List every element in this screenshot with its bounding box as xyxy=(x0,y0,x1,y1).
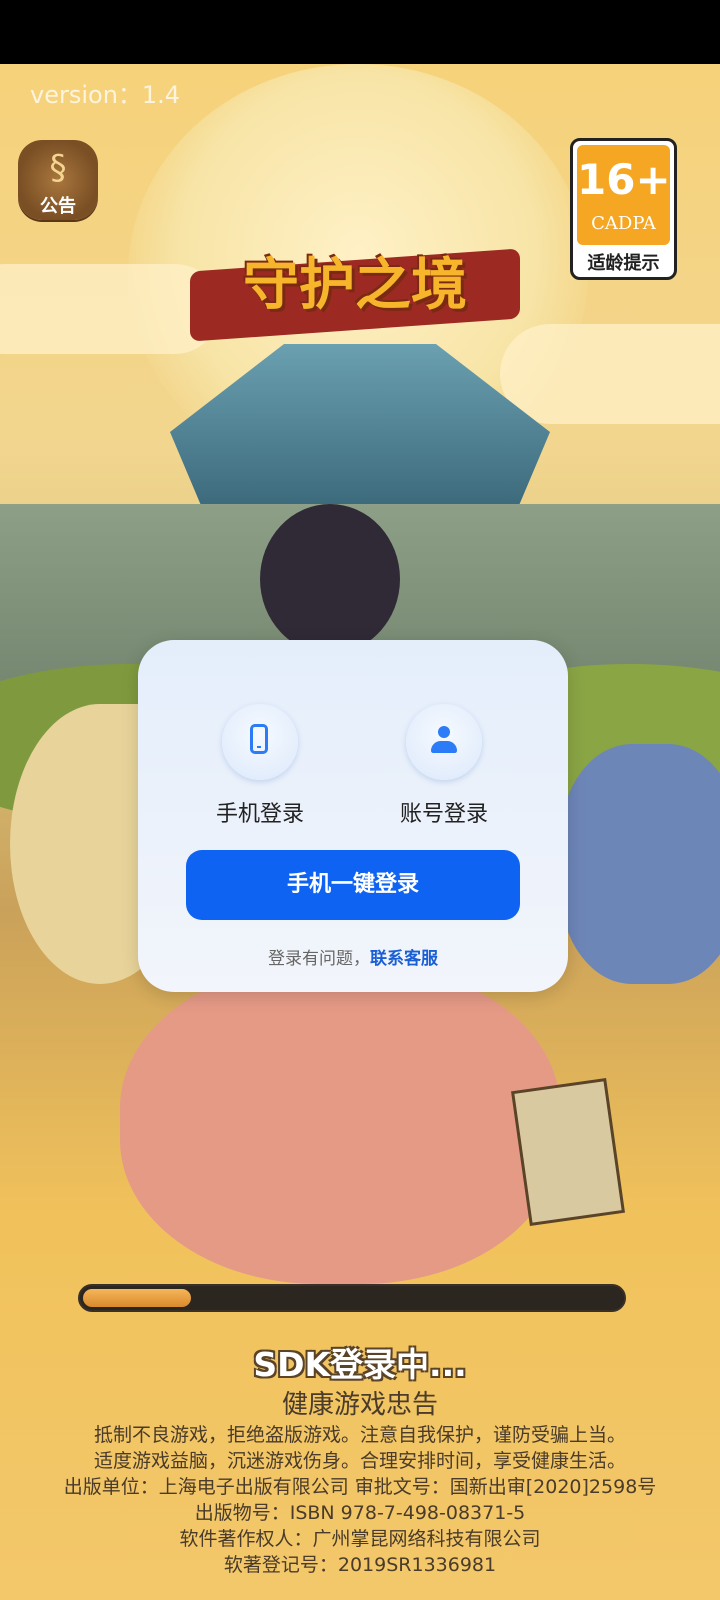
version-label: version：1.4 xyxy=(30,81,181,109)
health-advice-line: 适度游戏益脑，沉迷游戏伤身。合理安排时间，享受健康生活。 xyxy=(93,1450,626,1472)
phone-icon xyxy=(250,724,268,754)
price-sign xyxy=(511,1077,625,1227)
phone-login-circle[interactable] xyxy=(222,704,298,780)
age-rating-value: 16+ xyxy=(577,155,671,204)
software-registration: 软著登记号：2019SR1336981 xyxy=(223,1554,497,1576)
phone-login-label: 手机登录 xyxy=(215,802,304,827)
game-logo-text: 守护之境 xyxy=(243,253,467,318)
cloud xyxy=(500,324,720,424)
user-icon xyxy=(431,726,457,756)
loading-progress-bar xyxy=(78,1284,626,1312)
login-dialog: 手机登录 账号登录 手机一键登录 登录有问题，联系客服 xyxy=(138,640,568,992)
publisher-info: 出版单位：上海电子出版有限公司 审批文号：国新出审[2020]2598号 xyxy=(63,1476,657,1498)
age-rating-badge[interactable]: 16+ CADPA 适龄提示 xyxy=(570,138,677,280)
loading-progress-fill xyxy=(83,1289,191,1307)
contact-support-link[interactable]: 联系客服 xyxy=(370,949,438,969)
strategist-character xyxy=(560,744,720,984)
one-click-login-button[interactable]: 手机一键登录 xyxy=(186,850,520,920)
account-login-option[interactable]: 账号登录 xyxy=(369,704,519,828)
login-help: 登录有问题，联系客服 xyxy=(138,944,568,969)
game-logo: 守护之境 xyxy=(190,230,520,342)
sdk-status-text: SDK登录中... xyxy=(253,1345,467,1384)
cloud xyxy=(0,264,220,354)
notice-button[interactable]: § 公告 xyxy=(18,140,98,220)
butcher-character xyxy=(120,964,560,1284)
account-login-label: 账号登录 xyxy=(399,802,488,827)
account-login-circle[interactable] xyxy=(406,704,482,780)
age-rating-top: 16+ CADPA xyxy=(577,145,671,245)
isbn-info: 出版物号：ISBN 978-7-498-08371-5 xyxy=(194,1502,526,1524)
health-advice-line: 抵制不良游戏，拒绝盗版游戏。注意自我保护，谨防受骗上当。 xyxy=(93,1424,626,1446)
scroll-icon: § xyxy=(49,148,67,188)
login-help-text: 登录有问题， xyxy=(268,949,370,969)
health-advice-title: 健康游戏忠告 xyxy=(281,1390,438,1420)
phone-login-option[interactable]: 手机登录 xyxy=(185,704,335,828)
age-rating-org: CADPA xyxy=(591,213,656,234)
status-bar xyxy=(0,0,720,64)
age-rating-tip: 适龄提示 xyxy=(587,253,660,274)
notice-label: 公告 xyxy=(40,196,76,217)
copyright-holder: 软件著作权人：广州掌昆网络科技有限公司 xyxy=(179,1528,541,1550)
hero-character xyxy=(260,504,400,654)
